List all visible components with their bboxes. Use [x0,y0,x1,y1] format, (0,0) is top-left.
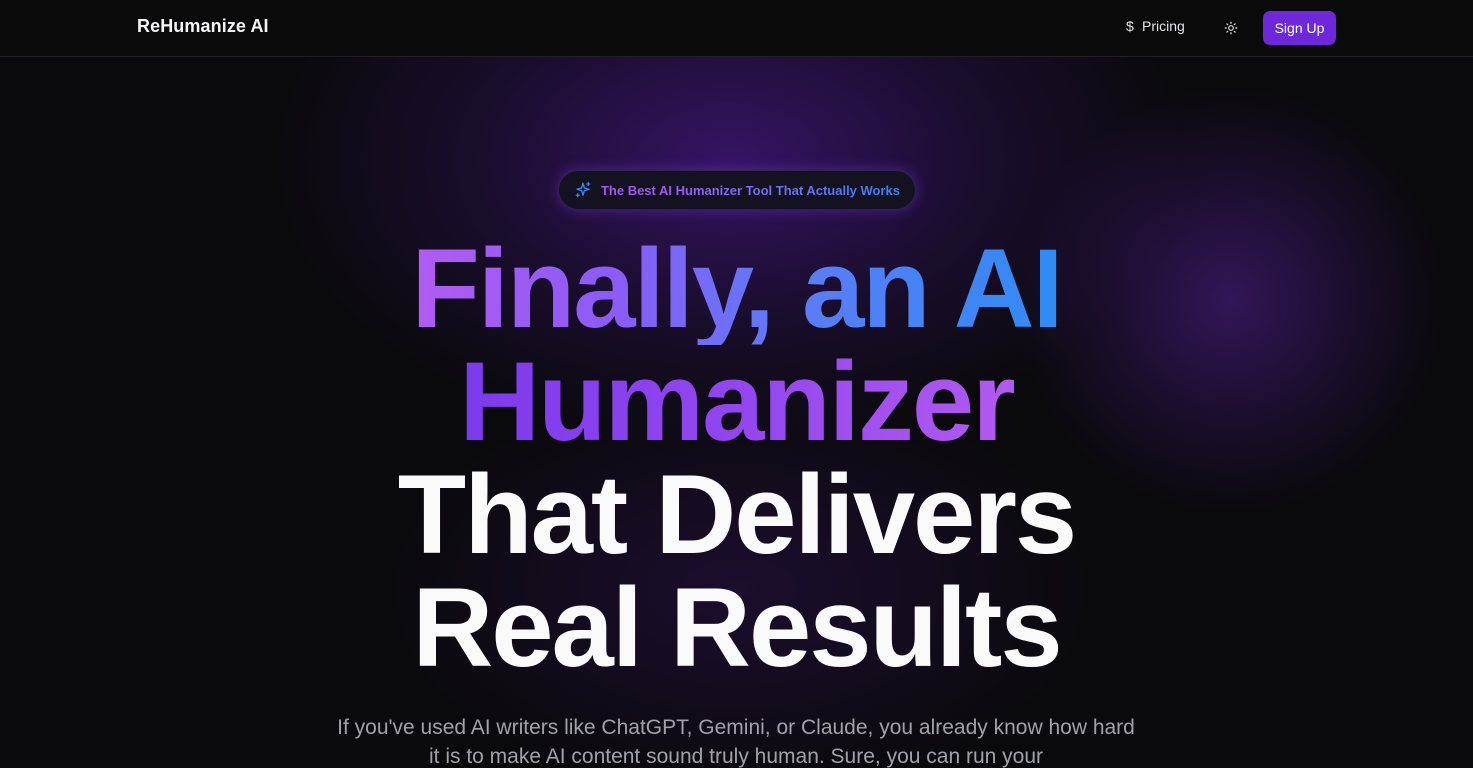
headline-line-4: Real Results [412,565,1062,690]
logo[interactable]: ReHumanize AI [137,16,269,37]
hero-description: If you've used AI writers like ChatGPT, … [337,716,1135,768]
sparkles-icon [575,181,591,198]
nav-pricing-label: Pricing [1142,18,1185,34]
theme-toggle-button[interactable] [1220,17,1242,39]
headline-line-2: Humanizer [0,345,1473,458]
headline-line-1: Finally, an AI [0,232,1473,345]
sun-icon [1224,21,1238,35]
landing-page: ReHumanize AI $ Pricing Sign Up The Best… [0,0,1473,768]
headline-line-1-text: Finally, an AI [411,226,1063,351]
hero-badge: The Best AI Humanizer Tool That Actually… [558,170,916,210]
sign-up-button[interactable]: Sign Up [1263,11,1336,45]
hero-headline: Finally, an AI Humanizer That Delivers R… [0,232,1473,684]
hero-badge-text: The Best AI Humanizer Tool That Actually… [600,182,901,198]
dollar-icon: $ [1126,18,1134,34]
headline-line-2-text: Humanizer [459,339,1016,464]
headline-line-3: That Delivers [397,452,1077,577]
nav-pricing-link[interactable]: $ Pricing [1126,18,1185,34]
site-header: ReHumanize AI $ Pricing Sign Up [0,0,1473,57]
